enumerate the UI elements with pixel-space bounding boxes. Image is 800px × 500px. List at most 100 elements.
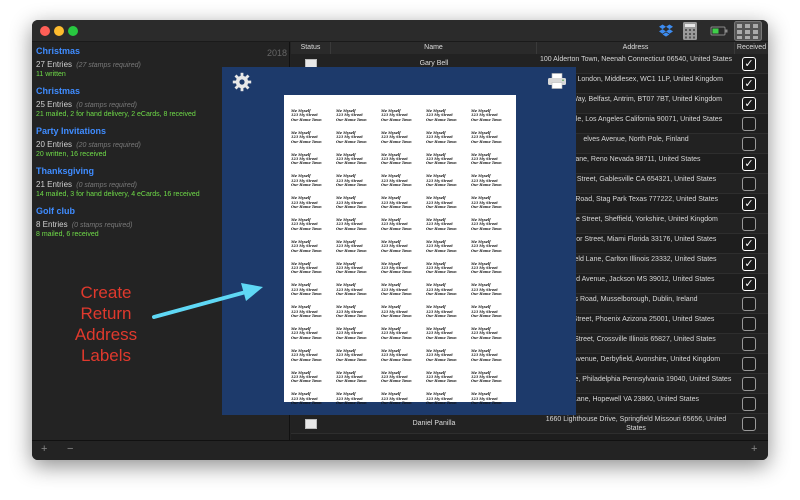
return-address-label: Me Myself 123 My Street Our Home Town [426,109,470,126]
column-header-status[interactable]: Status [291,42,331,54]
return-address-label: Me Myself 123 My Street Our Home Town [381,174,425,191]
label-line: Our Home Town [381,379,412,384]
return-address-label: Me Myself 123 My Street Our Home Town [336,305,380,322]
label-line: Our Home Town [291,270,322,275]
return-address-label: Me Myself 123 My Street Our Home Town [426,153,470,170]
cell-address: 1660 Lighthouse Drive, Springfield Misso… [545,416,727,432]
group-name: Christmas [36,46,81,56]
add-entry-button[interactable]: + [751,443,757,455]
label-line: Our Home Town [426,205,457,209]
received-checkbox[interactable]: ✓ [742,237,756,251]
label-line: Our Home Town [336,335,367,340]
return-address-label: Me Myself 123 My Street Our Home Town [336,262,380,279]
return-address-label: Me Myself 123 My Street Our Home Town [471,196,515,213]
return-address-label: Me Myself 123 My Street Our Home Town [426,131,470,148]
received-checkbox[interactable]: ✓ [742,97,756,111]
remove-group-button[interactable]: − [67,443,73,455]
label-line: Our Home Town [381,270,412,275]
label-line: Our Home Town [426,379,457,384]
return-address-label: Me Myself 123 My Street Our Home Town [381,131,425,148]
label-line: Our Home Town [336,117,367,122]
label-line: Our Home Town [336,183,367,188]
label-line: Our Home Town [471,226,502,231]
return-address-label: Me Myself 123 My Street Our Home Town [291,196,335,213]
label-line: Our Home Town [336,161,367,166]
entries-count: 27 Entries [36,60,73,69]
return-address-label: Me Myself 123 My Street Our Home Town [381,327,425,344]
return-address-label: Me Myself 123 My Street Our Home Town [426,262,470,279]
return-address-label: Me Myself 123 My Street Our Home Town [426,349,470,366]
received-checkbox[interactable] [742,177,756,191]
zoom-window-button[interactable] [68,26,78,36]
received-checkbox[interactable] [742,377,756,391]
label-line: Our Home Town [291,183,322,188]
label-line: Our Home Town [426,117,457,122]
received-checkbox[interactable]: ✓ [742,77,756,91]
stamps-required: (0 stamps required) [71,222,133,229]
received-checkbox[interactable]: ✓ [742,257,756,271]
label-line: Our Home Town [381,183,412,188]
label-line: Our Home Town [471,314,502,318]
received-checkbox[interactable] [742,317,756,331]
return-address-label: Me Myself 123 My Street Our Home Town [336,131,380,148]
stamps-required: (0 stamps required) [76,182,137,189]
label-line: Our Home Town [291,401,322,406]
received-checkbox[interactable] [742,297,756,311]
return-address-label: Me Myself 123 My Street Our Home Town [291,392,335,409]
return-address-label: Me Myself 123 My Street Our Home Town [471,131,515,148]
received-checkbox[interactable] [742,217,756,231]
gear-icon[interactable] [232,72,252,92]
received-checkbox[interactable]: ✓ [742,277,756,291]
received-checkbox[interactable] [742,417,756,431]
label-line: Our Home Town [381,335,412,340]
label-line: Our Home Town [336,270,367,275]
received-checkbox[interactable] [742,137,756,151]
return-address-label: Me Myself 123 My Street Our Home Town [471,109,515,126]
received-checkbox[interactable] [742,357,756,371]
label-line: Our Home Town [426,226,457,231]
label-line: Our Home Town [426,139,457,144]
received-checkbox[interactable]: ✓ [742,197,756,211]
entries-count: 25 Entries [36,100,73,109]
return-address-label: Me Myself 123 My Street Our Home Town [426,327,470,344]
battery-icon[interactable] [710,25,728,37]
title-bar [32,20,768,42]
column-header-received[interactable]: Received [735,42,768,54]
calculator-icon[interactable] [682,21,698,41]
column-header-name[interactable]: Name [331,42,537,54]
minimize-window-button[interactable] [54,26,64,36]
label-line: Our Home Town [471,292,502,297]
label-line: Our Home Town [426,161,457,166]
view-grid-icon[interactable] [734,21,762,41]
return-address-label: Me Myself 123 My Street Our Home Town [471,349,515,366]
entries-count: 8 Entries [36,220,68,229]
received-checkbox[interactable] [742,397,756,411]
label-line: Our Home Town [291,205,322,209]
received-checkbox[interactable] [742,337,756,351]
dropbox-icon[interactable] [659,24,673,37]
return-address-label: Me Myself 123 My Street Our Home Town [381,349,425,366]
return-address-label: Me Myself 123 My Street Our Home Town [336,174,380,191]
add-group-button[interactable]: + [41,443,47,455]
label-line: Our Home Town [291,314,322,318]
label-line: Our Home Town [426,335,457,340]
column-header-address[interactable]: Address [537,42,735,54]
label-line: Our Home Town [381,226,412,231]
label-line: Our Home Town [336,357,367,362]
label-line: Our Home Town [426,270,457,275]
label-line: Our Home Town [381,139,412,144]
table-row[interactable]: Daniel Panilla 1660 Lighthouse Drive, Spr… [291,414,768,434]
label-line: Our Home Town [291,161,322,166]
close-window-button[interactable] [40,26,50,36]
received-checkbox[interactable] [742,117,756,131]
return-address-label: Me Myself 123 My Street Our Home Town [291,305,335,322]
received-checkbox[interactable]: ✓ [742,157,756,171]
label-line: Our Home Town [381,205,412,209]
label-line: Our Home Town [381,161,412,166]
received-checkbox[interactable]: ✓ [742,57,756,71]
label-line: Our Home Town [471,248,502,253]
return-address-label: Me Myself 123 My Street Our Home Town [471,218,515,235]
printer-icon[interactable] [547,73,567,89]
label-line: Our Home Town [291,226,322,231]
return-address-label: Me Myself 123 My Street Our Home Town [471,283,515,300]
